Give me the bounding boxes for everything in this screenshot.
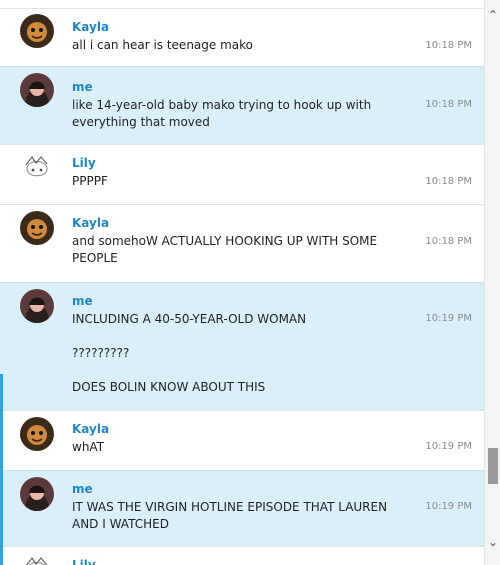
message-item[interactable]: Lily	[0, 546, 484, 565]
message-text: DOES BOLIN KNOW ABOUT THIS	[72, 380, 266, 394]
message-text: IT WAS THE VIRGIN HOTLINE EPISODE THAT L…	[72, 500, 388, 531]
message-sender: me	[72, 80, 93, 94]
message-sender: Kayla	[72, 216, 110, 230]
message-item[interactable]: Kayla whAT 10:19 PM	[0, 410, 484, 470]
message-text: ?????????	[72, 346, 130, 360]
message-text: like 14-year-old baby mako trying to hoo…	[72, 98, 372, 129]
message-sender: Lily	[72, 558, 96, 565]
message-item[interactable]: me like 14-year-old baby mako trying to h…	[0, 66, 484, 144]
message-timestamp: 10:19 PM	[425, 501, 472, 512]
me-avatar-icon	[20, 73, 54, 107]
message-timestamp: 10:19 PM	[425, 313, 472, 324]
vertical-scrollbar[interactable]: ⌃ ⌄	[484, 0, 500, 565]
kayla-avatar-icon	[20, 417, 54, 451]
lily-avatar-icon	[20, 151, 54, 185]
kayla-avatar-icon	[20, 211, 54, 245]
message-sender: Kayla	[72, 422, 110, 436]
message-timestamp: 10:18 PM	[425, 236, 472, 247]
me-avatar-icon	[20, 289, 54, 323]
scrollbar-thumb[interactable]	[488, 448, 498, 484]
chevron-down-icon[interactable]: ⌄	[485, 533, 500, 551]
chevron-up-icon[interactable]: ⌃	[485, 6, 500, 24]
message-sender: me	[72, 294, 93, 308]
message-text: and somehoW ACTUALLY HOOKING UP WITH SOM…	[72, 234, 378, 265]
lily-avatar-icon	[20, 552, 54, 565]
kayla-avatar-icon	[20, 14, 54, 48]
message-item[interactable]: Lily PPPPF 10:18 PM	[0, 144, 484, 204]
message-text: whAT	[72, 440, 105, 454]
message-sender: Lily	[72, 156, 96, 170]
me-avatar-icon	[20, 477, 54, 511]
message-text: all i can hear is teenage mako	[72, 38, 253, 52]
message-timestamp: 10:18 PM	[425, 176, 472, 187]
message-sender: Kayla	[72, 20, 110, 34]
message-timestamp: 10:19 PM	[425, 441, 472, 452]
message-timestamp: 10:18 PM	[425, 99, 472, 110]
message-item[interactable]: me INCLUDING A 40-50-YEAR-OLD WOMAN??????…	[0, 282, 484, 410]
message-item[interactable]: Kayla all i can hear is teenage mako 10:18…	[0, 8, 484, 66]
selection-accent-bar	[0, 374, 3, 565]
message-text: INCLUDING A 40-50-YEAR-OLD WOMAN	[72, 312, 307, 326]
message-text: PPPPF	[72, 174, 108, 188]
chat-transcript[interactable]: Kayla all i can hear is teenage mako 10:18…	[0, 0, 484, 565]
message-timestamp: 10:18 PM	[425, 40, 472, 51]
message-item[interactable]: Kayla and somehoW ACTUALLY HOOKING UP WIT…	[0, 204, 484, 282]
message-sender: me	[72, 482, 93, 496]
message-item[interactable]: me IT WAS THE VIRGIN HOTLINE EPISODE THAT…	[0, 470, 484, 546]
